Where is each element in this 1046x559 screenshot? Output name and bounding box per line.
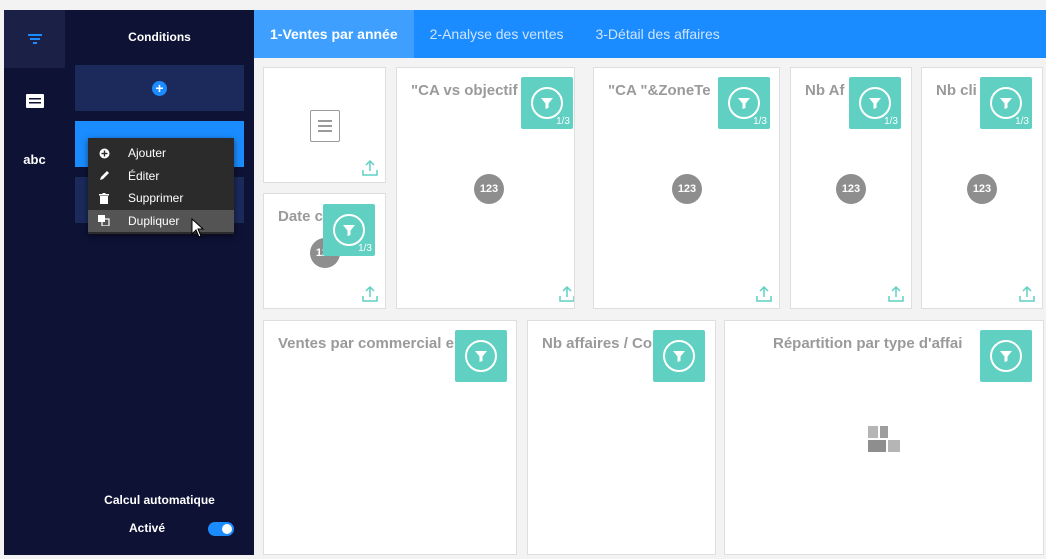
icon-rail: abc bbox=[4, 10, 65, 555]
ca-vs-objectif-card[interactable]: "CA vs objectif 123 1/3 bbox=[396, 67, 575, 309]
plus-circle-icon: + bbox=[152, 80, 167, 96]
menu-item-label: Dupliquer bbox=[128, 213, 180, 228]
menu-item-label: Éditer bbox=[128, 168, 160, 183]
treemap-icon bbox=[868, 426, 900, 452]
export-icon[interactable] bbox=[1018, 285, 1036, 303]
plus-circle-icon bbox=[98, 147, 110, 159]
menu-item-ajouter[interactable]: Ajouter bbox=[88, 142, 234, 165]
filter-badge[interactable]: 1/3 bbox=[980, 77, 1032, 129]
card-title: "CA "&ZoneTe bbox=[608, 82, 711, 99]
card-title: Répartition par type d'affai bbox=[773, 335, 963, 352]
filter-icon bbox=[465, 340, 497, 372]
card-title: Nb cli bbox=[936, 82, 977, 99]
tab-analyse-des-ventes[interactable]: 2-Analyse des ventes bbox=[414, 10, 580, 58]
tab-bar: 1-Ventes par année 2-Analyse des ventes … bbox=[254, 10, 1046, 58]
number-icon: 123 bbox=[474, 174, 504, 204]
export-icon[interactable] bbox=[361, 285, 379, 303]
card-title: Ventes par commercial e bbox=[278, 335, 454, 352]
ca-zone-card[interactable]: "CA "&ZoneTe 123 1/3 bbox=[593, 67, 780, 309]
filter-count: 1/3 bbox=[753, 116, 767, 127]
duplicate-icon bbox=[98, 215, 110, 227]
menu-item-supprimer[interactable]: Supprimer bbox=[88, 187, 234, 210]
export-icon[interactable] bbox=[361, 159, 379, 177]
filter-badge[interactable] bbox=[980, 330, 1032, 382]
document-icon bbox=[310, 110, 340, 142]
card-title: Date c bbox=[278, 208, 324, 225]
export-icon[interactable] bbox=[558, 285, 575, 303]
filter-icon bbox=[990, 87, 1022, 119]
menu-item-label: Supprimer bbox=[128, 191, 184, 206]
auto-calc-toggle[interactable] bbox=[208, 522, 234, 536]
dashboard-area: Date c 123 1/3 "CA vs objectif 123 1/3 bbox=[254, 58, 1046, 555]
filter-icon bbox=[531, 87, 563, 119]
auto-calc-label: Calcul automatique bbox=[104, 493, 215, 507]
card-title: "CA vs objectif bbox=[411, 82, 518, 99]
filter-badge[interactable]: 1/3 bbox=[849, 77, 901, 129]
export-icon[interactable] bbox=[755, 285, 773, 303]
rail-text-button[interactable] bbox=[4, 72, 65, 130]
app-window: abc Conditions + Calcul automatique Acti… bbox=[0, 0, 1046, 559]
card-title: Nb Af bbox=[805, 82, 845, 99]
filter-icon bbox=[333, 214, 365, 246]
filter-count: 1/3 bbox=[556, 116, 570, 127]
filter-badge[interactable]: 1/3 bbox=[718, 77, 770, 129]
filter-count: 1/3 bbox=[358, 243, 372, 254]
toggle-knob bbox=[222, 524, 232, 534]
filter-icon bbox=[728, 87, 760, 119]
conditions-panel: Conditions + Calcul automatique Activé bbox=[65, 10, 254, 555]
nb-affaires-card[interactable]: Nb Af 123 1/3 bbox=[790, 67, 912, 309]
trash-icon bbox=[98, 192, 110, 204]
ventes-par-commercial-card[interactable]: Ventes par commercial e bbox=[263, 320, 517, 555]
filter-count: 1/3 bbox=[1015, 116, 1029, 127]
filter-badge[interactable] bbox=[455, 330, 507, 382]
rail-abc-button[interactable]: abc bbox=[4, 130, 65, 188]
tab-ventes-par-annee[interactable]: 1-Ventes par année bbox=[254, 10, 414, 58]
filter-badge[interactable]: 1/3 bbox=[323, 204, 375, 256]
export-icon[interactable] bbox=[887, 285, 905, 303]
number-icon: 123 bbox=[836, 174, 866, 204]
number-icon: 123 bbox=[672, 174, 702, 204]
filter-icon bbox=[859, 87, 891, 119]
text-card[interactable] bbox=[263, 67, 386, 183]
card-title: Nb affaires / Co bbox=[542, 335, 653, 352]
abc-icon: abc bbox=[23, 151, 46, 167]
auto-calc-status: Activé bbox=[129, 521, 166, 535]
menu-item-label: Ajouter bbox=[128, 146, 167, 161]
mouse-cursor-icon bbox=[191, 218, 205, 238]
repartition-card[interactable]: Répartition par type d'affai bbox=[724, 320, 1044, 555]
menu-item-editer[interactable]: Éditer bbox=[88, 165, 234, 188]
filter-badge[interactable] bbox=[653, 330, 705, 382]
tab-detail-des-affaires[interactable]: 3-Détail des affaires bbox=[579, 10, 735, 58]
menu-item-dupliquer[interactable]: Dupliquer bbox=[88, 209, 234, 232]
panel-title: Conditions bbox=[128, 30, 191, 44]
filter-badge[interactable]: 1/3 bbox=[521, 77, 573, 129]
filter-icon bbox=[990, 340, 1022, 372]
date-card[interactable]: Date c 123 1/3 bbox=[263, 193, 386, 309]
context-menu: Ajouter Éditer Supprimer Dupliquer bbox=[88, 138, 234, 234]
text-block-icon bbox=[25, 94, 44, 108]
number-icon: 123 bbox=[967, 174, 997, 204]
nb-affaires-commercial-card[interactable]: Nb affaires / Co bbox=[527, 320, 716, 555]
pencil-icon bbox=[98, 170, 110, 182]
add-condition-button[interactable]: + bbox=[75, 65, 244, 111]
rail-filters-button[interactable] bbox=[4, 10, 65, 68]
filter-count: 1/3 bbox=[884, 116, 898, 127]
filter-icon bbox=[663, 340, 695, 372]
nb-clients-card[interactable]: Nb cli 123 1/3 bbox=[921, 67, 1043, 309]
filter-lines-icon bbox=[27, 34, 42, 44]
